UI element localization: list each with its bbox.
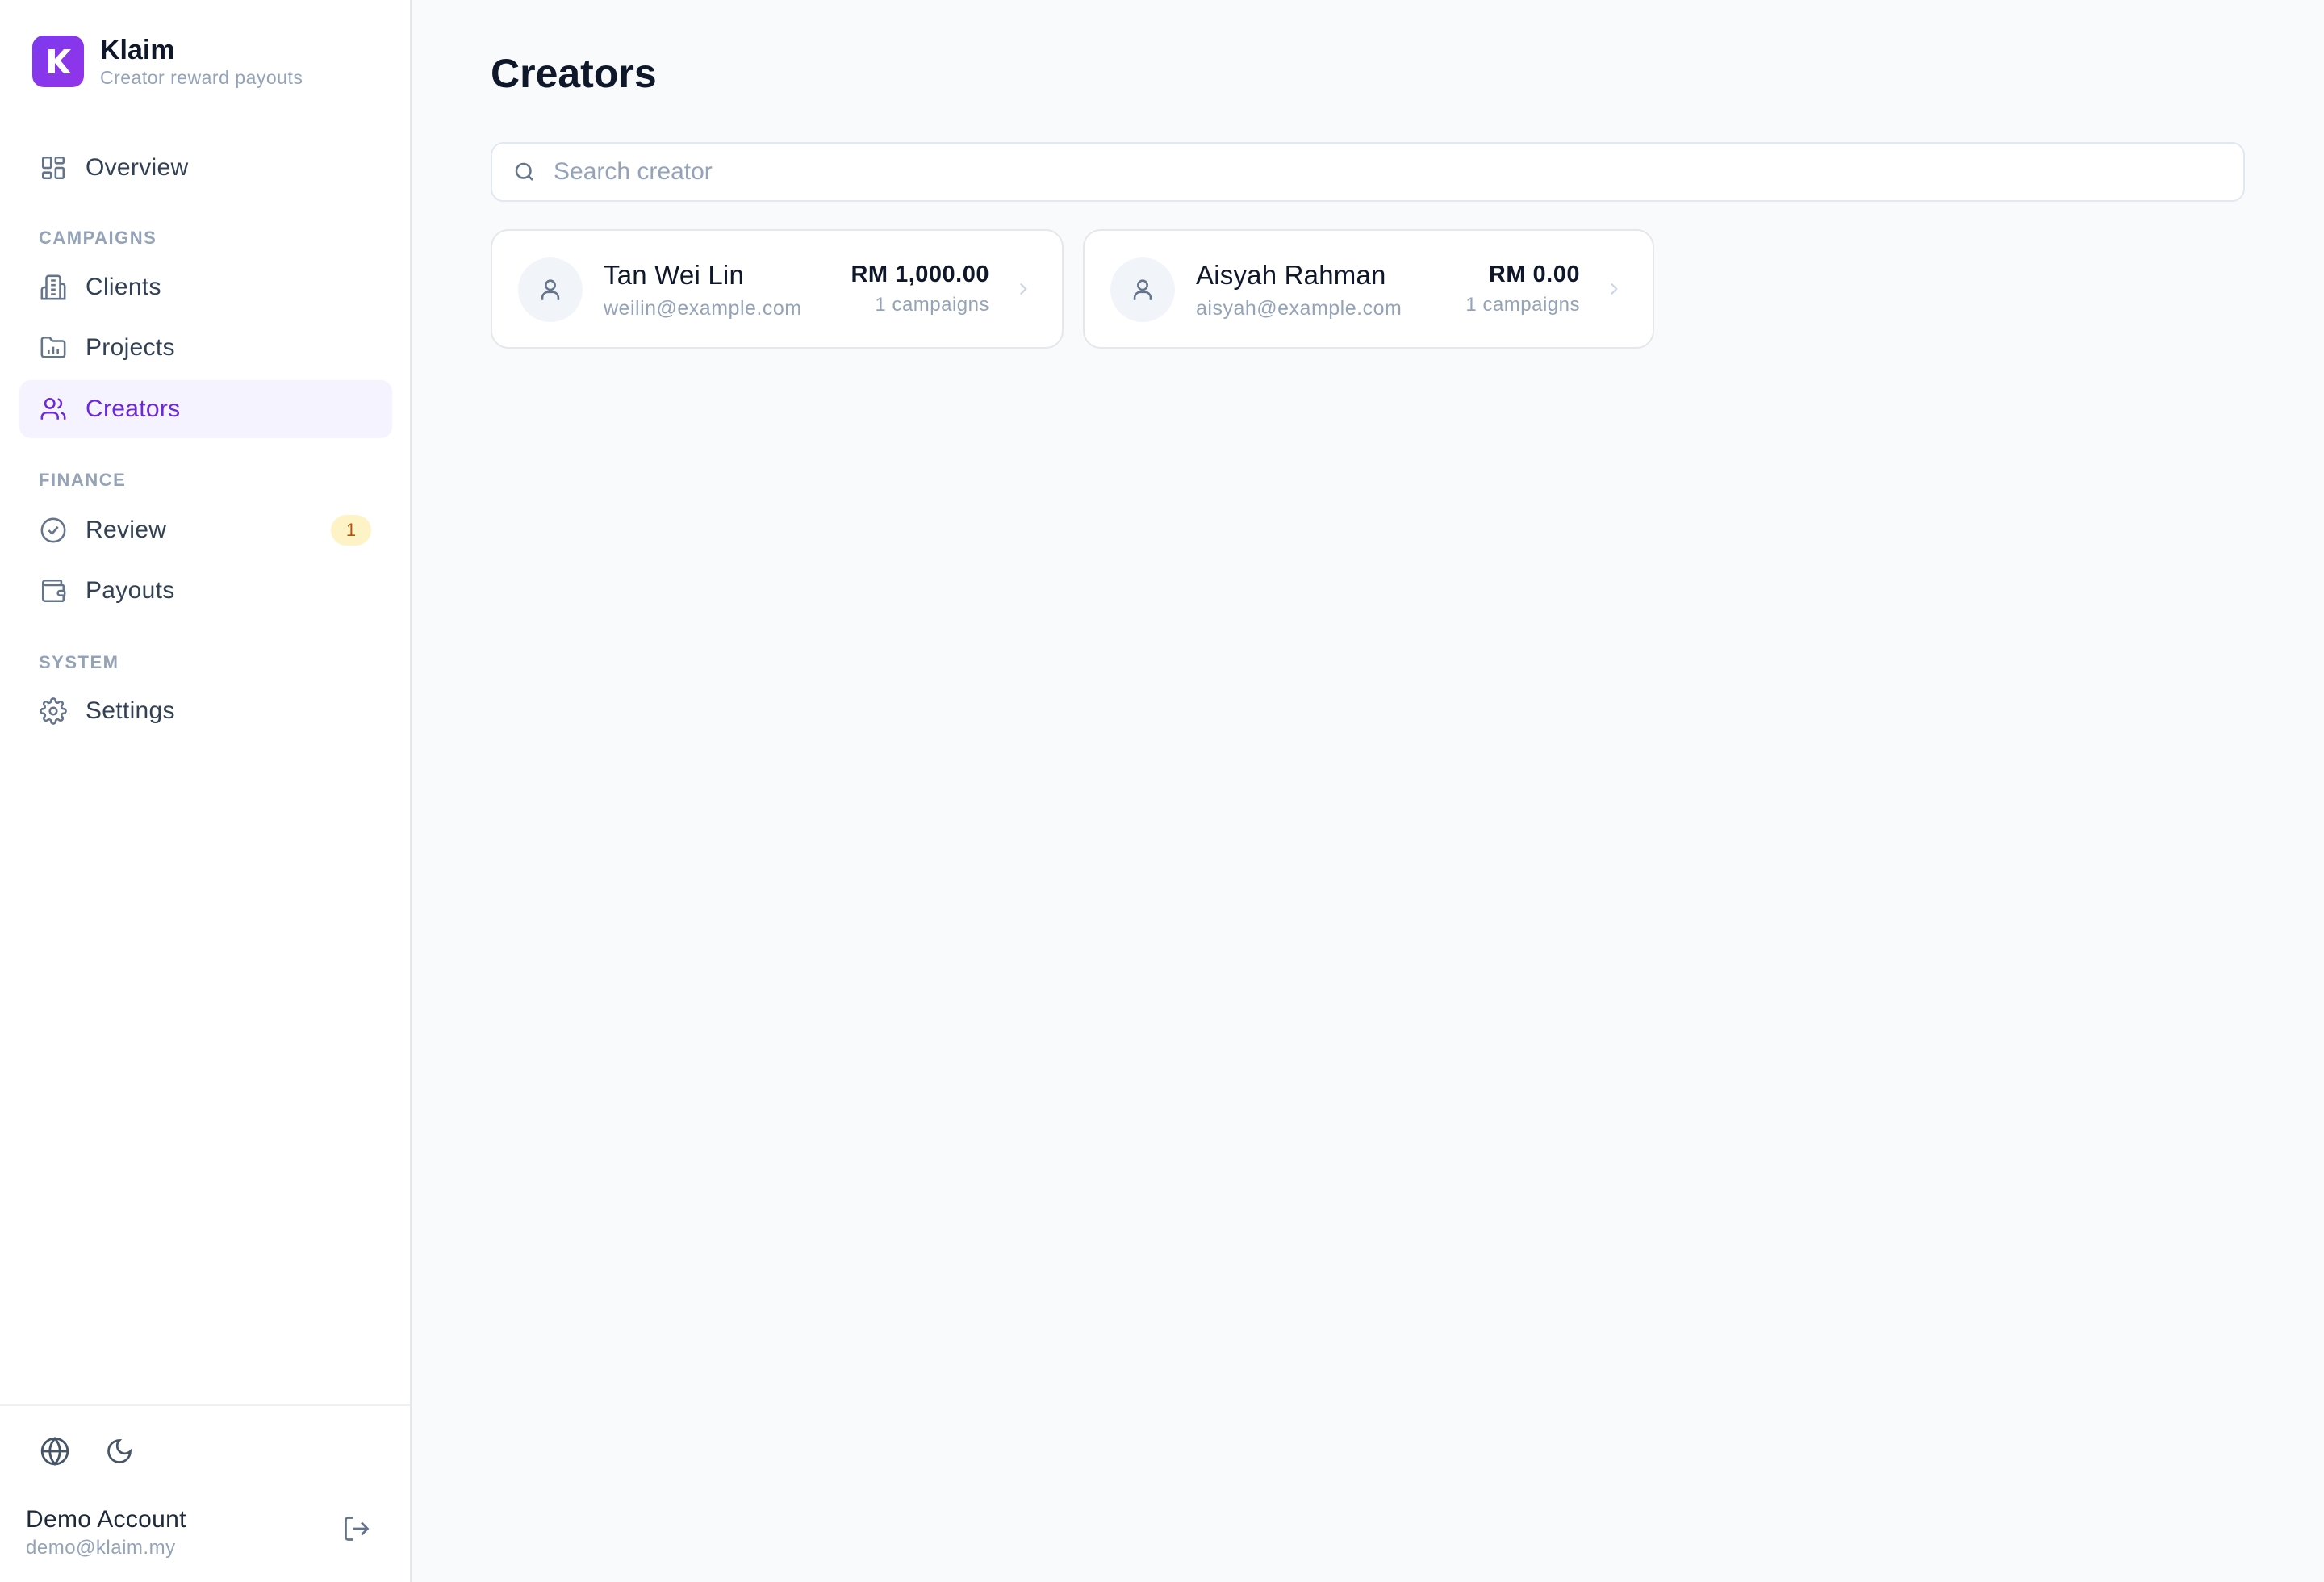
avatar: [518, 257, 583, 322]
sidebar: Klaim Creator reward payouts Overview CA…: [0, 0, 412, 1582]
sidebar-item-label: Creators: [86, 396, 181, 422]
moon-icon[interactable]: [102, 1433, 137, 1469]
sidebar-item-review[interactable]: Review 1: [19, 501, 392, 559]
sidebar-item-payouts[interactable]: Payouts: [19, 562, 392, 620]
creator-name: Tan Wei Lin: [604, 260, 745, 290]
creator-name: Aisyah Rahman: [1196, 260, 1386, 290]
search-icon: [510, 157, 539, 186]
app-root: Klaim Creator reward payouts Overview CA…: [0, 0, 2324, 1582]
creator-card-list: Tan Wei Lin weilin@example.com RM 1,000.…: [491, 229, 1654, 349]
main-content: Creators Tan Wei Lin weilin@example.com …: [412, 0, 2324, 1582]
building-icon: [37, 271, 69, 303]
sidebar-item-clients[interactable]: Clients: [19, 258, 392, 316]
brand-subtitle: Creator reward payouts: [100, 67, 303, 88]
review-count-badge: 1: [331, 515, 371, 546]
nav-section-campaigns: CAMPAIGNS: [39, 228, 157, 248]
search-box[interactable]: [491, 142, 2245, 202]
avatar: [1110, 257, 1175, 322]
brand-name: Klaim: [100, 35, 175, 65]
nav-section-finance: FINANCE: [39, 470, 127, 490]
creator-campaign-count: 1 campaigns: [1465, 294, 1580, 316]
creator-email: weilin@example.com: [604, 297, 802, 320]
creator-amount: RM 0.00: [1488, 262, 1580, 287]
dashboard-icon: [37, 152, 69, 184]
sidebar-item-label: Clients: [86, 274, 161, 300]
sidebar-item-creators[interactable]: Creators: [19, 380, 392, 438]
creator-card[interactable]: Tan Wei Lin weilin@example.com RM 1,000.…: [491, 229, 1064, 349]
nav-section-system: SYSTEM: [39, 652, 119, 672]
klaim-logo: [32, 36, 84, 87]
creator-card[interactable]: Aisyah Rahman aisyah@example.com RM 0.00…: [1083, 229, 1654, 349]
sidebar-footer: Demo Account demo@klaim.my: [0, 1404, 410, 1582]
gear-icon: [37, 695, 69, 727]
users-icon: [37, 393, 69, 425]
sidebar-item-projects[interactable]: Projects: [19, 319, 392, 377]
sidebar-item-settings[interactable]: Settings: [19, 682, 392, 740]
check-circle-icon: [37, 514, 69, 546]
account-name: Demo Account: [26, 1506, 186, 1533]
sidebar-item-label: Overview: [86, 154, 189, 181]
brand[interactable]: Klaim Creator reward payouts: [32, 34, 303, 89]
sidebar-item-label: Projects: [86, 334, 175, 361]
folder-chart-icon: [37, 332, 69, 364]
chevron-right-icon: [1601, 276, 1627, 302]
creator-amount: RM 1,000.00: [851, 262, 989, 287]
globe-icon[interactable]: [37, 1433, 73, 1469]
chevron-right-icon: [1010, 276, 1036, 302]
sidebar-item-label: Review: [86, 517, 167, 543]
logout-icon[interactable]: [339, 1511, 374, 1546]
account-email: demo@klaim.my: [26, 1537, 176, 1559]
page-title: Creators: [491, 51, 657, 96]
sidebar-item-label: Settings: [86, 697, 175, 724]
search-input[interactable]: [552, 157, 2169, 186]
creator-email: aisyah@example.com: [1196, 297, 1402, 320]
wallet-icon: [37, 575, 69, 607]
sidebar-item-label: Payouts: [86, 577, 175, 604]
sidebar-item-overview[interactable]: Overview: [19, 139, 392, 197]
creator-campaign-count: 1 campaigns: [875, 294, 989, 316]
